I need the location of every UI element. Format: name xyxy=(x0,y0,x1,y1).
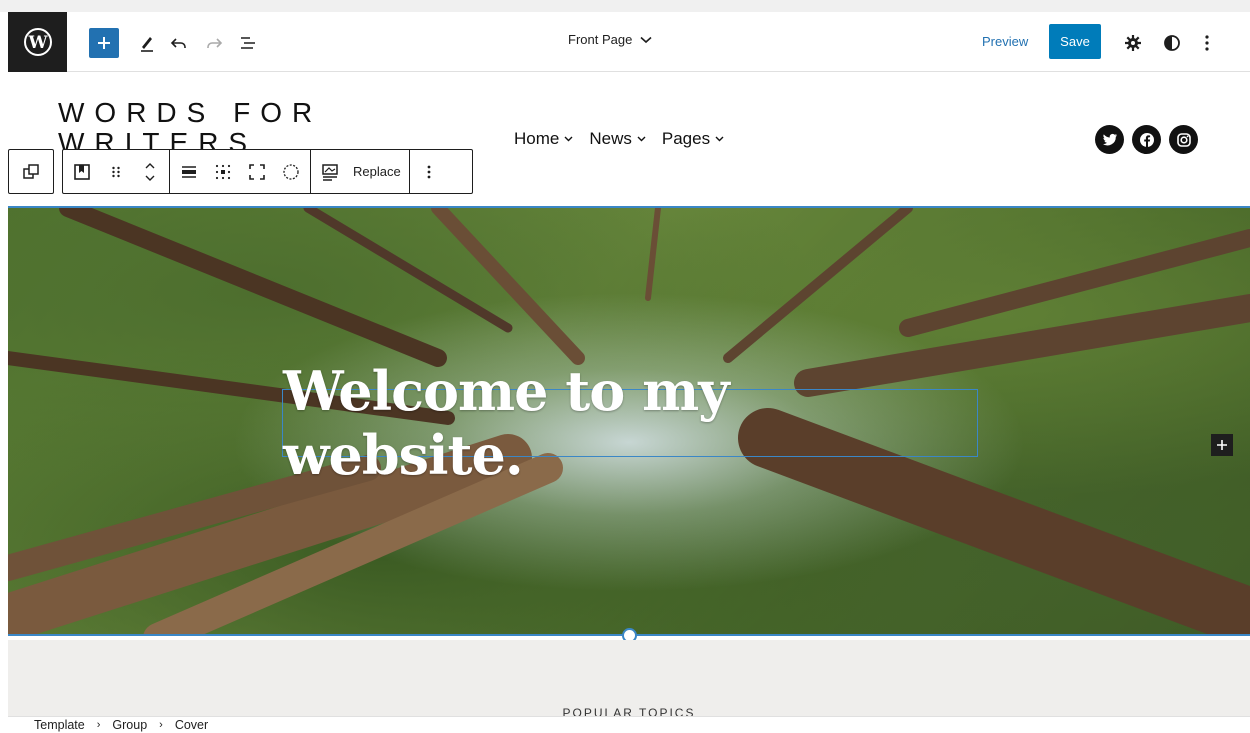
block-options-icon[interactable] xyxy=(418,161,440,183)
nav-item-pages[interactable]: Pages xyxy=(662,129,724,149)
social-icons xyxy=(1095,125,1198,154)
plus-icon xyxy=(98,37,110,49)
settings-gear-icon[interactable] xyxy=(1120,30,1146,56)
chevron-down-icon xyxy=(640,36,652,43)
parent-block-icon xyxy=(23,163,39,179)
block-inserter-button[interactable] xyxy=(1211,434,1233,456)
content-section: POPULAR TOPICS xyxy=(8,640,1250,720)
nav-item-label: Home xyxy=(514,129,560,148)
undo-icon[interactable] xyxy=(166,30,192,56)
drag-handle-icon[interactable] xyxy=(105,161,127,183)
breadcrumb-item-cover: Cover xyxy=(174,718,209,732)
full-height-icon[interactable] xyxy=(246,161,268,183)
chevron-down-icon xyxy=(715,136,724,142)
instagram-icon[interactable] xyxy=(1169,125,1198,154)
align-full-icon[interactable] xyxy=(178,161,200,183)
nav-item-home[interactable]: Home xyxy=(514,129,573,149)
window-left-edge xyxy=(0,12,8,733)
cover-block-icon[interactable] xyxy=(71,161,93,183)
cover-heading-block[interactable]: Welcome to my website. xyxy=(282,359,978,487)
document-title-dropdown[interactable]: Front Page xyxy=(568,32,652,47)
wordpress-logo-icon[interactable]: W xyxy=(8,12,67,72)
list-view-icon[interactable] xyxy=(235,30,261,56)
cover-heading[interactable]: Welcome to my website. xyxy=(283,359,977,487)
redo-icon[interactable] xyxy=(201,30,227,56)
move-up-down-icon[interactable] xyxy=(139,161,161,183)
chevron-down-icon xyxy=(564,136,573,142)
options-more-icon[interactable] xyxy=(1194,30,1220,56)
block-toolbar: Replace xyxy=(62,149,473,194)
content-position-icon[interactable] xyxy=(212,161,234,183)
add-block-button[interactable] xyxy=(89,28,119,58)
preview-button[interactable]: Preview xyxy=(982,34,1028,49)
nav-item-label: Pages xyxy=(661,129,711,148)
toolbar-group-options xyxy=(410,150,448,193)
facebook-icon[interactable] xyxy=(1132,125,1161,154)
toolbar-group-layout xyxy=(170,150,311,193)
duotone-filter-icon[interactable] xyxy=(280,161,302,183)
chevron-right-icon: › xyxy=(159,719,163,731)
breadcrumb: Template › Group › Cover xyxy=(8,716,1250,733)
toolbar-group-media: Replace xyxy=(311,150,410,193)
site-navigation: Home News Pages xyxy=(514,129,724,149)
window-top-strip xyxy=(0,0,1250,12)
plus-icon xyxy=(1217,440,1227,450)
breadcrumb-item-template[interactable]: Template xyxy=(34,718,85,732)
save-button[interactable]: Save xyxy=(1049,24,1101,59)
chevron-down-icon xyxy=(637,136,646,142)
nav-item-news[interactable]: News xyxy=(589,129,646,149)
media-icon xyxy=(319,161,341,183)
editor-header: W Front Page Preview Save xyxy=(8,12,1250,72)
site-title[interactable]: WORDS FOR WRITERS xyxy=(58,98,338,150)
chevron-right-icon: › xyxy=(96,719,101,731)
svg-text:W: W xyxy=(27,33,48,53)
cover-block[interactable]: Welcome to my website. xyxy=(8,206,1250,636)
styles-contrast-icon[interactable] xyxy=(1159,30,1185,56)
edit-pencil-icon[interactable] xyxy=(134,30,160,56)
nav-item-label: News xyxy=(589,129,632,148)
document-title: Front Page xyxy=(568,32,633,47)
select-parent-button[interactable] xyxy=(8,149,54,194)
toolbar-group-block xyxy=(63,150,170,193)
twitter-icon[interactable] xyxy=(1095,125,1124,154)
replace-button[interactable]: Replace xyxy=(353,164,401,179)
breadcrumb-item-group[interactable]: Group xyxy=(112,718,147,732)
